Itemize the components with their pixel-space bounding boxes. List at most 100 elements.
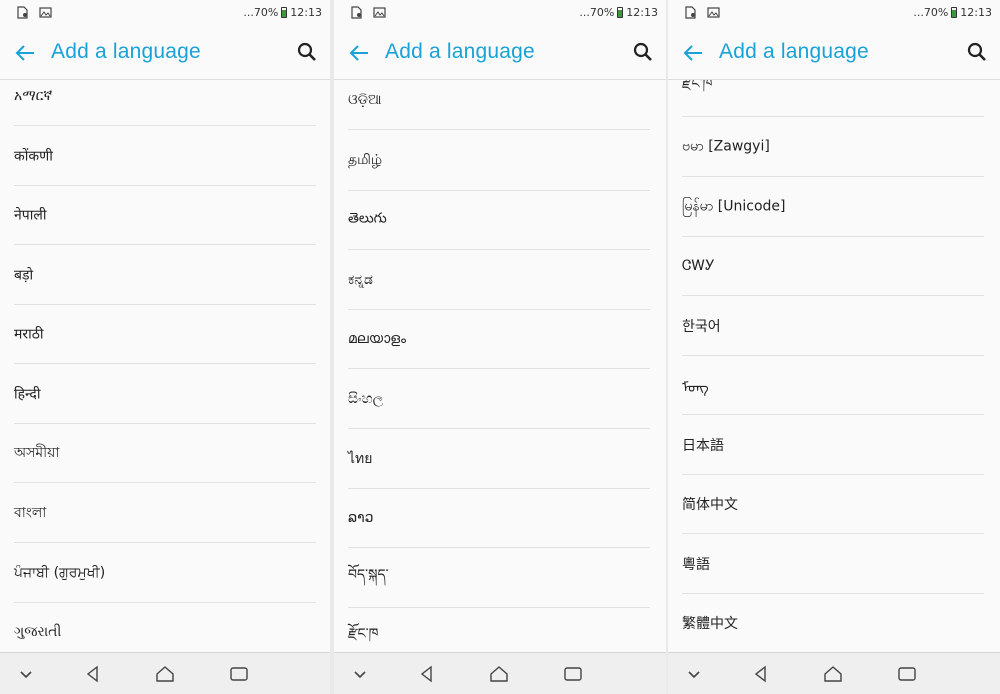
chevron-down-icon[interactable]	[349, 663, 371, 685]
search-icon[interactable]	[966, 41, 988, 63]
language-list: አማርኛ कोंकणी नेपाली बड़ो मराठी हिन्दी অসম…	[0, 80, 330, 652]
language-label: 繁體中文	[682, 616, 738, 632]
language-label: አማርኛ	[14, 87, 53, 104]
language-label: தமிழ்	[348, 151, 383, 168]
language-item[interactable]: बड़ो	[14, 245, 316, 305]
language-label: कोंकणी	[14, 148, 53, 164]
clock: 12:13	[626, 6, 658, 19]
back-arrow-icon[interactable]	[346, 40, 372, 66]
language-item[interactable]: ລາວ	[348, 488, 650, 548]
nav-back-icon[interactable]	[750, 663, 772, 685]
language-label: ಕನ್ನಡ	[348, 271, 373, 288]
language-item[interactable]: தமிழ்	[348, 131, 650, 191]
language-item[interactable]: རྫོང་ཁ	[348, 607, 650, 652]
app-bar: Add a language	[334, 28, 666, 80]
battery-percent: ...70%	[579, 6, 615, 19]
language-item[interactable]: 日本語	[682, 415, 984, 475]
battery-icon	[951, 7, 958, 18]
language-item[interactable]: සිංහල	[348, 369, 650, 429]
language-item[interactable]: བོད་སྐད་	[348, 548, 650, 608]
language-list: ଓଡ଼ିଆ தமிழ் తెలుగు ಕನ್ನಡ മലയാളം සිංහල ไท…	[334, 80, 666, 652]
language-label: ᠮᠣᠩ	[682, 379, 709, 396]
navigation-bar	[0, 652, 330, 694]
language-label: नेपाली	[14, 207, 47, 223]
language-item[interactable]: 한국어	[682, 296, 984, 356]
language-item[interactable]: हिन्दी	[14, 364, 316, 424]
recent-apps-icon[interactable]	[228, 663, 250, 685]
language-label: ဗမာ [Zawgyi]	[682, 138, 770, 154]
language-label: 한국어	[682, 318, 721, 335]
phone-screenshots: ...70% 12:13 Add a language አማርኛ कोंकणी …	[0, 0, 1000, 694]
home-icon[interactable]	[488, 663, 510, 685]
language-item[interactable]: অসমীয়া	[14, 423, 316, 483]
language-label: မြန်မာ [Unicode]	[682, 198, 786, 214]
language-label: বাংলা	[14, 504, 47, 521]
language-label: རྫོང་ཁ	[682, 80, 713, 92]
back-arrow-icon[interactable]	[12, 40, 38, 66]
nav-back-icon[interactable]	[416, 663, 438, 685]
navigation-bar	[334, 652, 666, 694]
status-bar: ...70% 12:13	[334, 0, 666, 28]
chevron-down-icon[interactable]	[683, 663, 705, 685]
sim-card-icon	[685, 6, 696, 19]
home-icon[interactable]	[822, 663, 844, 685]
language-item[interactable]: ଓଡ଼ିଆ	[348, 80, 650, 130]
battery-icon	[617, 7, 624, 18]
language-label: ລາວ	[348, 509, 374, 526]
language-item[interactable]: မြန်မာ [Unicode]	[682, 177, 984, 237]
language-label: बड़ो	[14, 267, 34, 283]
language-item[interactable]: मराठी	[14, 304, 316, 364]
search-icon[interactable]	[632, 41, 654, 63]
phone-screen-2: ...70% 12:13 Add a language ଓଡ଼ିଆ தமிழ் …	[334, 0, 666, 694]
page-title: Add a language	[719, 40, 869, 63]
language-item[interactable]: ဗမာ [Zawgyi]	[682, 117, 984, 177]
language-item[interactable]: ไทย	[348, 429, 650, 489]
language-label: অসমীয়া	[14, 444, 60, 461]
language-label: ગુજરાતી	[14, 624, 62, 640]
language-item[interactable]: ᠮᠣᠩ	[682, 355, 984, 415]
language-label: ਪੰਜਾਬੀ (ਗੁਰਮੁਖੀ)	[14, 564, 106, 581]
app-bar: Add a language	[668, 28, 1000, 80]
language-item[interactable]: 简体中文	[682, 474, 984, 534]
language-label: 日本語	[682, 437, 724, 454]
language-item[interactable]: മലയാളം	[348, 309, 650, 369]
back-arrow-icon[interactable]	[680, 40, 706, 66]
language-item[interactable]: 繁體中文	[682, 593, 984, 652]
language-label: తెలుగు	[348, 210, 387, 226]
language-item[interactable]: ਪੰਜਾਬੀ (ਗੁਰਮੁਖੀ)	[14, 543, 316, 603]
battery-percent: ...70%	[913, 6, 949, 19]
language-item[interactable]: తెలుగు	[348, 190, 650, 250]
page-title: Add a language	[385, 40, 535, 63]
language-label: मराठी	[14, 326, 44, 342]
language-item[interactable]: ಕನ್ನಡ	[348, 250, 650, 310]
language-label: हिन्दी	[14, 386, 41, 402]
battery-icon	[281, 7, 288, 18]
status-bar: ...70% 12:13	[668, 0, 1000, 28]
image-icon	[373, 7, 386, 18]
recent-apps-icon[interactable]	[896, 663, 918, 685]
clock: 12:13	[290, 6, 322, 19]
language-item[interactable]: ᏣᎳᎩ	[682, 236, 984, 296]
language-label: മലയാളം	[348, 330, 407, 347]
language-item[interactable]: አማርኛ	[14, 80, 316, 126]
language-label: ଓଡ଼ିଆ	[348, 91, 382, 108]
language-label: ᏣᎳᎩ	[682, 257, 715, 274]
app-bar: Add a language	[0, 28, 330, 80]
recent-apps-icon[interactable]	[562, 663, 584, 685]
language-item[interactable]: नेपाली	[14, 185, 316, 245]
search-icon[interactable]	[296, 41, 318, 63]
language-label: རྫོང་ཁ	[348, 626, 379, 642]
nav-back-icon[interactable]	[82, 663, 104, 685]
status-bar: ...70% 12:13	[0, 0, 330, 28]
language-item[interactable]: 粵語	[682, 534, 984, 594]
language-item[interactable]: বাংলা	[14, 483, 316, 543]
home-icon[interactable]	[154, 663, 176, 685]
language-label: සිංහල	[348, 390, 384, 407]
navigation-bar	[668, 652, 1000, 694]
language-label: ไทย	[348, 450, 373, 467]
image-icon	[707, 7, 720, 18]
language-item[interactable]: कोंकणी	[14, 126, 316, 186]
chevron-down-icon[interactable]	[15, 663, 37, 685]
language-item[interactable]: ગુજરાતી	[14, 602, 316, 652]
language-item[interactable]: རྫོང་ཁ	[682, 80, 984, 117]
